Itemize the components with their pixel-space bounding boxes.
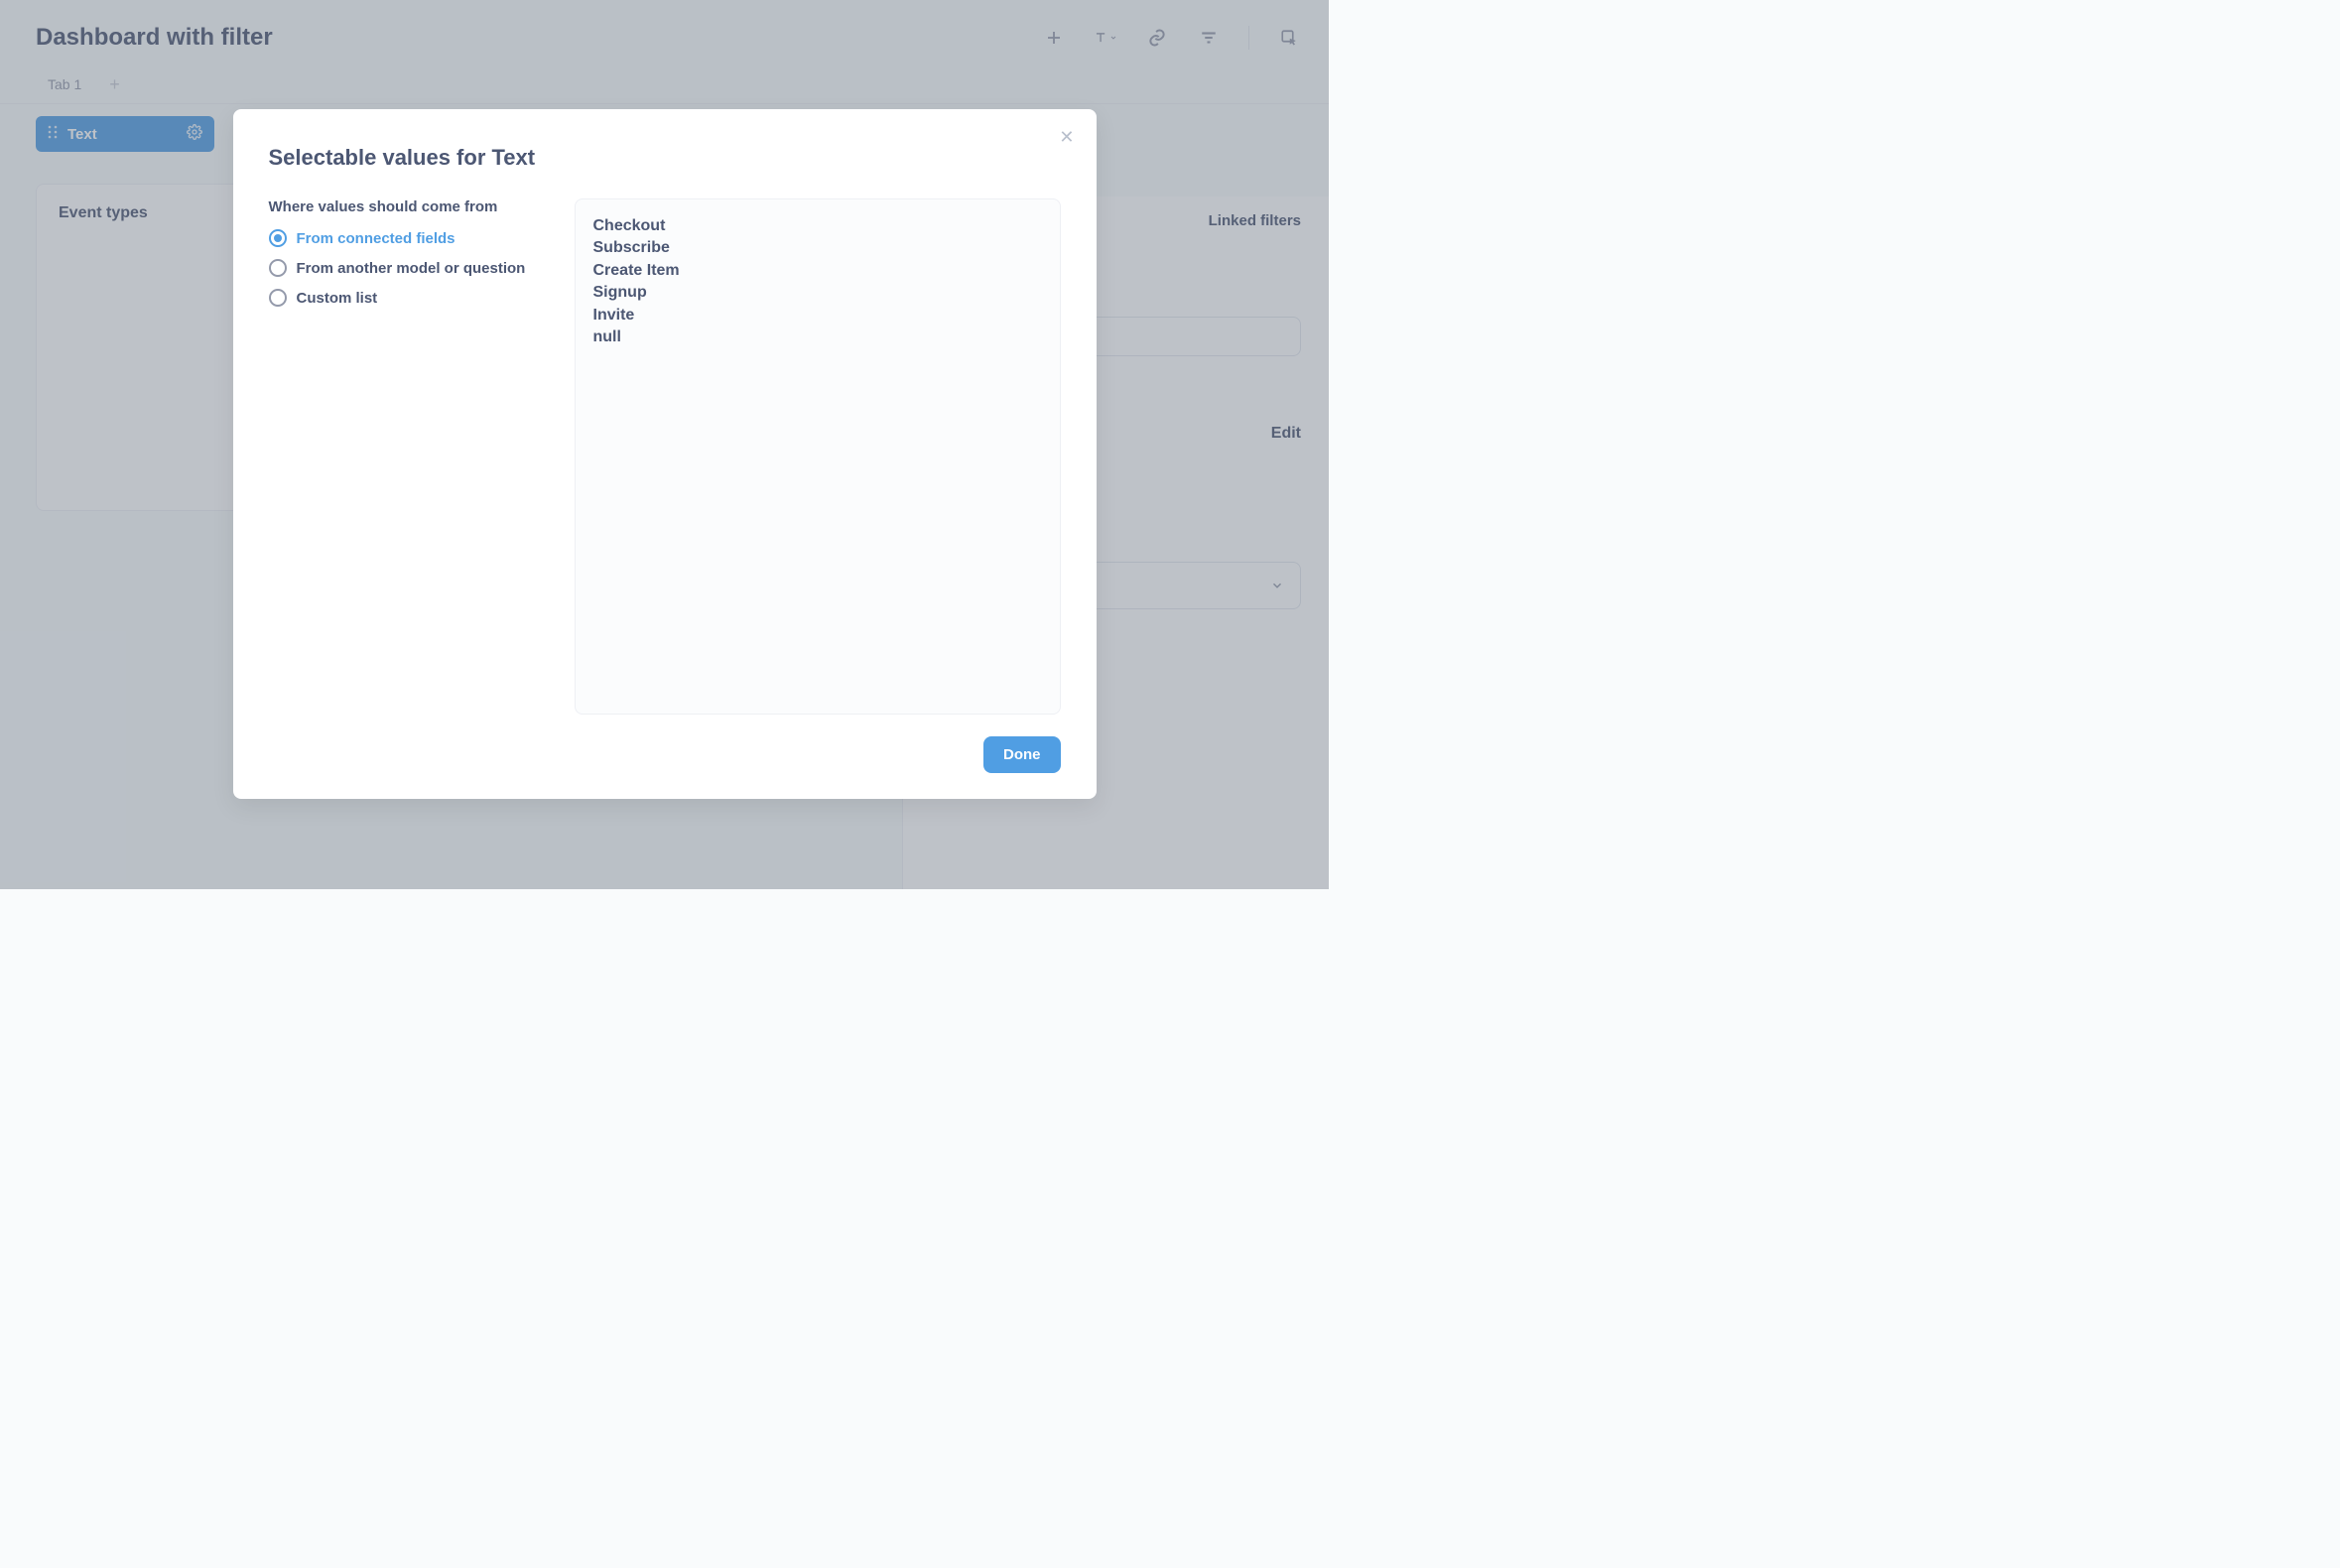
done-button[interactable]: Done — [983, 736, 1061, 773]
radio-custom-list[interactable]: Custom list — [269, 289, 547, 307]
radio-label: From connected fields — [297, 230, 455, 247]
value-item: null — [593, 327, 1042, 348]
modal-title: Selectable values for Text — [269, 145, 1061, 171]
radio-label: From another model or question — [297, 260, 526, 277]
radio-label: Custom list — [297, 290, 378, 307]
value-item: Checkout — [593, 215, 1042, 237]
value-item: Signup — [593, 282, 1042, 304]
value-item: Create Item — [593, 260, 1042, 282]
radio-icon — [269, 259, 287, 277]
close-icon[interactable]: ✕ — [1059, 127, 1074, 148]
value-item: Subscribe — [593, 237, 1042, 259]
source-options: Where values should come from From conne… — [269, 198, 547, 715]
value-item: Invite — [593, 305, 1042, 327]
values-preview-box: Checkout Subscribe Create Item Signup In… — [575, 198, 1061, 715]
options-heading: Where values should come from — [269, 198, 547, 215]
selectable-values-modal: ✕ Selectable values for Text Where value… — [233, 109, 1097, 799]
radio-icon — [269, 289, 287, 307]
radio-from-connected-fields[interactable]: From connected fields — [269, 229, 547, 247]
radio-icon — [269, 229, 287, 247]
radio-from-model-or-question[interactable]: From another model or question — [269, 259, 547, 277]
